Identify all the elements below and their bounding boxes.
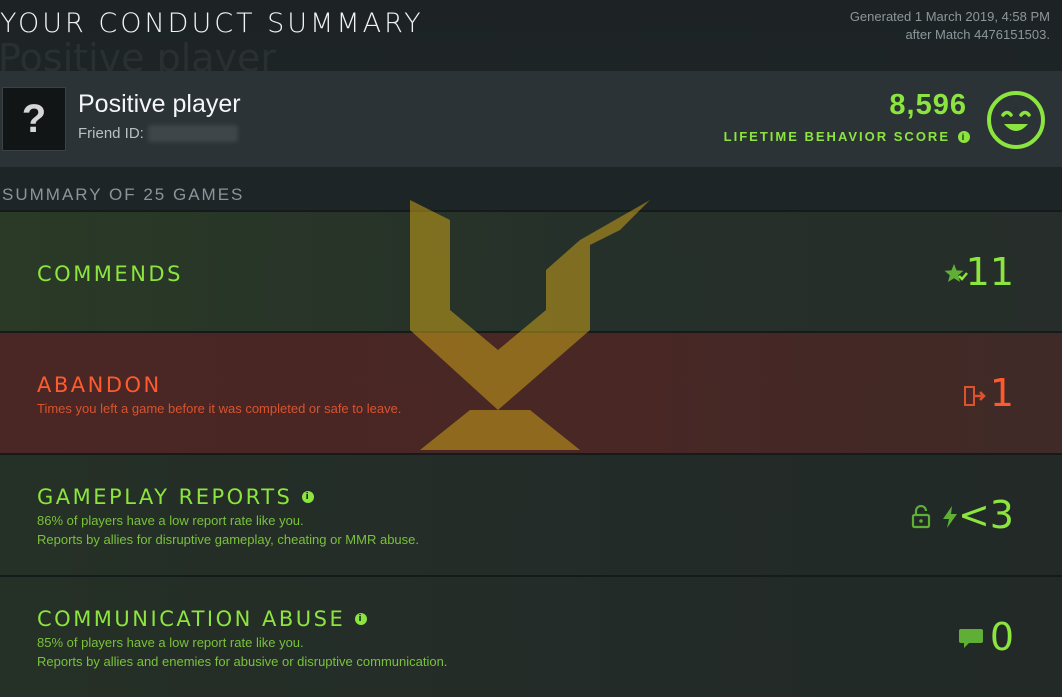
commends-value: 11 [965,250,1014,294]
avatar-placeholder-icon: ? [21,96,47,141]
communication-abuse-description: 85% of players have a low report rate li… [37,633,447,671]
communication-abuse-rate: 85% of players have a low report rate li… [37,635,304,650]
gameplay-reports-title-text: GAMEPLAY REPORTS [37,485,293,509]
behavior-score-label-text: LIFETIME BEHAVIOR SCORE [723,129,950,144]
info-icon[interactable]: i [355,613,368,625]
chat-bubble-icon [959,629,983,648]
player-name: Positive player [78,90,241,118]
communication-abuse-title: COMMUNICATION ABUSE i [37,607,368,631]
gameplay-reports-description: 86% of players have a low report rate li… [37,511,419,549]
behavior-score-label: LIFETIME BEHAVIOR SCORE i [724,129,970,144]
page-title: YOUR CONDUCT SUMMARY [0,8,424,39]
friend-id-label: Friend ID: [78,125,144,142]
abandon-value: 1 [989,371,1014,415]
communication-abuse-info: Reports by allies and enemies for abusiv… [37,654,448,669]
abandon-row: ABANDON Times you left a game before it … [0,331,1062,453]
behavior-score-value: 8,596 [889,89,967,121]
commends-row: COMMENDS 11 [0,210,1062,332]
generated-match: after Match 4476151503. [905,27,1050,42]
gameplay-reports-title: GAMEPLAY REPORTS i [37,485,315,509]
abandon-description: Times you left a game before it was comp… [37,401,402,416]
friend-id-redacted [148,125,238,142]
lock-icon [911,505,931,529]
abandon-title: ABANDON [37,373,162,397]
gameplay-reports-info: Reports by allies for disruptive gamepla… [37,532,419,547]
generated-info: Generated 1 March 2019, 4:58 PM after Ma… [850,8,1050,44]
avatar[interactable]: ? [2,87,66,151]
summary-header: SUMMARY OF 25 GAMES [2,185,245,204]
gameplay-reports-rate: 86% of players have a low report rate li… [37,513,304,528]
info-icon[interactable]: i [958,130,970,143]
smiley-face-icon [987,91,1045,149]
player-bar: ? Positive player Friend ID: 8,596 LIFET… [0,71,1062,167]
gameplay-reports-value: <3 [957,493,1014,537]
generated-date: Generated 1 March 2019, 4:58 PM [849,9,1050,24]
communication-abuse-row: COMMUNICATION ABUSE i 85% of players hav… [0,575,1062,697]
communication-abuse-value: 0 [989,615,1014,659]
communication-abuse-title-text: COMMUNICATION ABUSE [37,607,346,631]
lightning-icon [943,506,957,528]
gameplay-reports-row: GAMEPLAY REPORTS i 86% of players have a… [0,453,1062,575]
info-icon[interactable]: i [302,491,315,503]
star-commend-icon [944,264,968,282]
commends-title: COMMENDS [37,262,183,286]
exit-door-icon [964,386,986,406]
